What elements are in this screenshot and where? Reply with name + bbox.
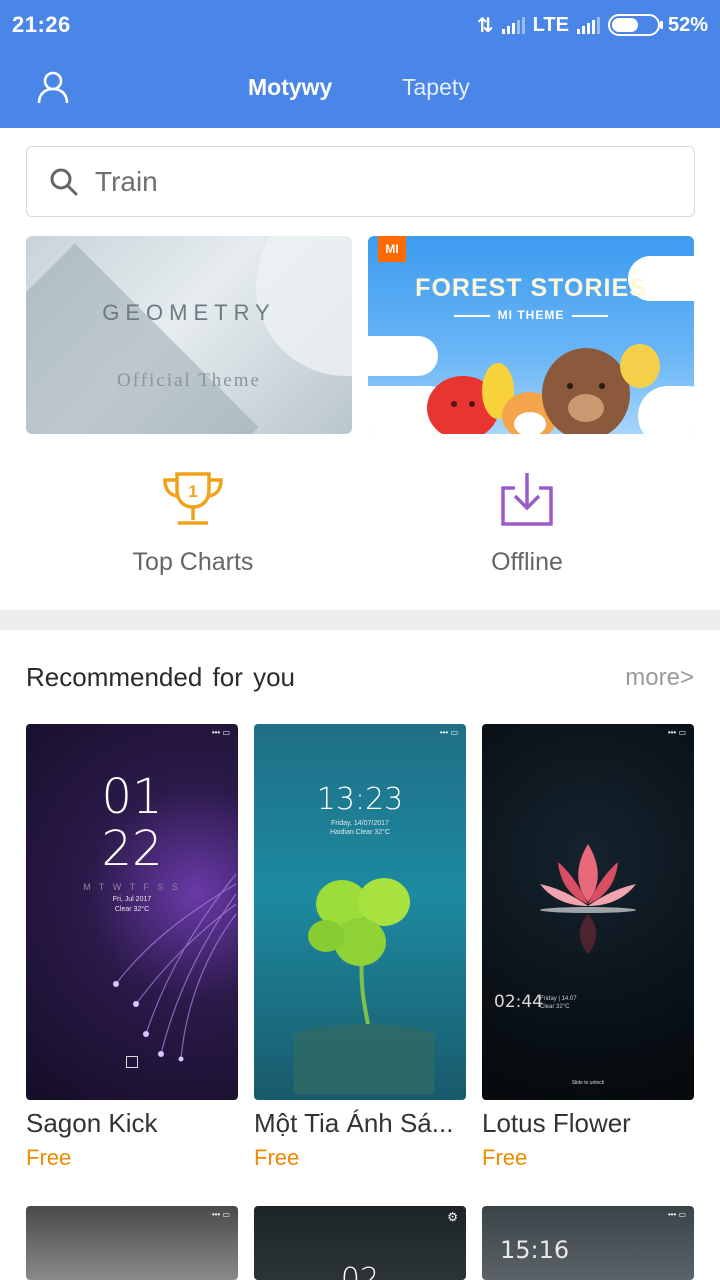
data-transfer-icon: ⇅ bbox=[476, 14, 494, 37]
mi-badge: MI bbox=[378, 236, 406, 262]
theme-thumbnail[interactable]: ••• ▭ 13:23 Friday, 14/07/2017 Haidian C… bbox=[254, 724, 466, 1100]
camera-shortcut-icon bbox=[126, 1056, 138, 1068]
search-icon bbox=[50, 168, 78, 196]
gear-icon: ⚙ bbox=[447, 1210, 458, 1224]
battery-icon bbox=[607, 14, 663, 36]
offline-button[interactable]: Offline bbox=[427, 470, 627, 577]
banner-subtitle: Official Theme bbox=[117, 370, 261, 391]
theme-card-lotus-flower[interactable]: ••• ▭ 02:44 Friday | 14.07 Clear 32°C Sl… bbox=[482, 724, 694, 1171]
signal-icon bbox=[501, 16, 525, 34]
banner-forest-stories[interactable]: MI FOREST STORIES MI THEME bbox=[368, 236, 694, 434]
geometry-shape bbox=[26, 243, 259, 434]
trophy-rank-number: 1 bbox=[188, 482, 197, 501]
theme-thumbnail[interactable]: ••• ▭ 15:16 bbox=[482, 1206, 694, 1280]
status-bar: 21:26 ⇅ LTE 52% bbox=[0, 0, 720, 52]
preview-clock-hour: 01 bbox=[101, 769, 163, 825]
battery-percent: 52% bbox=[667, 13, 708, 36]
preview-date: Friday, 14/07/2017 bbox=[331, 820, 389, 827]
theme-thumbnail[interactable]: ⚙ 02 bbox=[254, 1206, 466, 1280]
top-charts-label: Top Charts bbox=[132, 548, 254, 576]
theme-price: Free bbox=[26, 1145, 72, 1170]
theme-thumbnail[interactable]: ••• ▭ 02:44 Friday | 14.07 Clear 32°C Sl… bbox=[482, 724, 694, 1100]
recommended-title: Recommended for you bbox=[26, 662, 296, 692]
cartoon-characters-illustration bbox=[427, 344, 660, 434]
banner-geometry[interactable]: GEOMETRY Official Theme bbox=[26, 236, 352, 434]
search-input[interactable] bbox=[95, 163, 655, 201]
top-charts-button[interactable]: 1 Top Charts bbox=[93, 470, 293, 577]
trophy-icon: 1 bbox=[163, 472, 223, 525]
user-icon[interactable] bbox=[36, 70, 70, 104]
preview-clock: 13:23 bbox=[316, 782, 404, 817]
preview-weather: Haidian Clear 32°C bbox=[330, 829, 390, 836]
lotus-illustration bbox=[540, 844, 636, 954]
mini-status: ••• ▭ bbox=[211, 1210, 230, 1219]
theme-name: Một Tia Ánh Sá... bbox=[254, 1108, 454, 1138]
status-time: 21:26 bbox=[12, 12, 71, 37]
preview-date: Friday | 14.07 bbox=[540, 996, 577, 1002]
more-link[interactable]: more> bbox=[625, 664, 694, 692]
clover-illustration bbox=[294, 878, 434, 1094]
theme-card-sagon-kick[interactable]: ••• ▭ 01 22 M T W T F S S Fri, Jul 2017 … bbox=[26, 724, 238, 1171]
theme-name: Lotus Flower bbox=[482, 1108, 631, 1138]
offline-label: Offline bbox=[491, 548, 563, 576]
signal-icon-2 bbox=[576, 16, 600, 34]
mini-status: ••• ▭ bbox=[667, 1210, 686, 1219]
theme-card-mot-tia-anh-sang[interactable]: ••• ▭ 13:23 Friday, 14/07/2017 Haidian C… bbox=[254, 724, 466, 1171]
preview-clock: 02:44 bbox=[494, 992, 543, 1012]
purple-fiber-illustration bbox=[113, 873, 237, 1062]
mini-status: ••• ▭ bbox=[667, 728, 686, 737]
theme-price: Free bbox=[482, 1145, 528, 1170]
theme-price: Free bbox=[254, 1145, 300, 1170]
tab-wallpapers[interactable]: Tapety bbox=[402, 74, 470, 101]
network-type: LTE bbox=[532, 13, 569, 36]
banner-title: FOREST STORIES bbox=[415, 274, 647, 302]
preview-weather: Clear 32°C bbox=[540, 1004, 570, 1010]
preview-clock: 15:16 bbox=[500, 1236, 570, 1264]
mini-status: ••• ▭ bbox=[211, 728, 230, 737]
status-icons: ⇅ LTE 52% bbox=[477, 11, 708, 39]
theme-thumbnail[interactable]: ••• ▭ 01 22 M T W T F S S Fri, Jul 2017 … bbox=[26, 724, 238, 1100]
search-bar[interactable] bbox=[26, 146, 695, 217]
theme-name: Sagon Kick bbox=[26, 1108, 158, 1138]
preview-clock: 02 bbox=[340, 1262, 380, 1280]
app-header: 21:26 ⇅ LTE 52% Motywy Tapety bbox=[0, 0, 720, 128]
section-divider bbox=[0, 610, 720, 630]
download-box-icon bbox=[501, 473, 553, 526]
banner-title: GEOMETRY bbox=[102, 300, 276, 325]
mini-status: ••• ▭ bbox=[439, 728, 458, 737]
banner-subtitle: MI THEME bbox=[368, 308, 694, 322]
preview-slide-text: Slide to unlock bbox=[571, 1080, 605, 1086]
theme-thumbnail[interactable]: ••• ▭ bbox=[26, 1206, 238, 1280]
tab-themes[interactable]: Motywy bbox=[248, 74, 332, 101]
